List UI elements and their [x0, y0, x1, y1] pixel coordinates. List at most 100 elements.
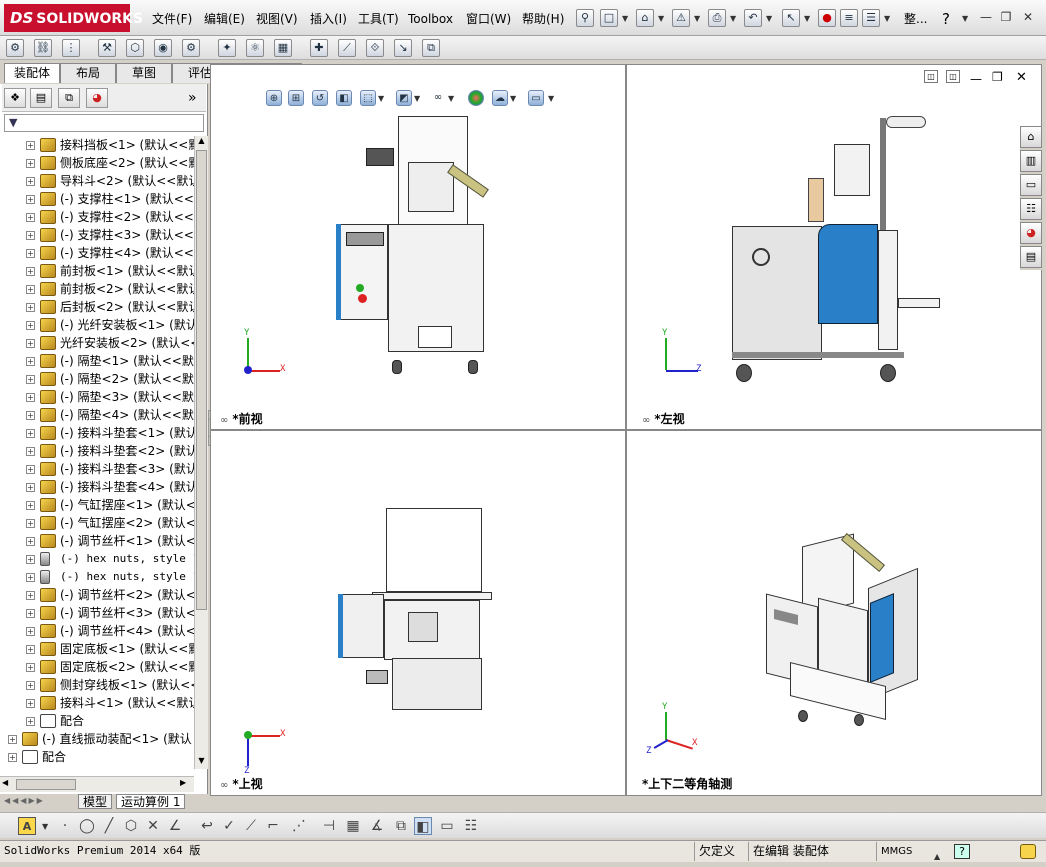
- rebuild-warning-icon[interactable]: ⚠: [672, 9, 690, 27]
- menu-item-2[interactable]: 视图(V): [256, 11, 298, 27]
- camera-icon[interactable]: ▭: [438, 817, 456, 835]
- point-icon[interactable]: ·: [56, 817, 74, 835]
- print-icon[interactable]: ⎙: [708, 9, 726, 27]
- hide-show-items-icon[interactable]: ∞: [430, 90, 446, 106]
- viewport-splitter-horizontal[interactable]: [211, 429, 1041, 431]
- custom-properties-icon[interactable]: ▤: [1020, 246, 1042, 268]
- expand-node-icon[interactable]: +: [26, 141, 35, 150]
- chevron-down-icon[interactable]: ▼: [804, 14, 810, 23]
- tree-item[interactable]: + (-) 支撑柱<2> (默认<<默: [0, 208, 194, 226]
- tree-item[interactable]: + (-) 接料斗垫套<3> (默认: [0, 460, 194, 478]
- pin-icon[interactable]: ⚲: [576, 9, 594, 27]
- tree-item[interactable]: + (-) 光纤安装板<1> (默认: [0, 316, 194, 334]
- tree-item[interactable]: + (-) 接料斗垫套<2> (默认: [0, 442, 194, 460]
- tree-item[interactable]: + (-) 接料斗垫套<1> (默认: [0, 424, 194, 442]
- chevron-down-icon[interactable]: ▼: [884, 14, 890, 23]
- menu-item-3[interactable]: 插入(I): [310, 11, 347, 27]
- expand-node-icon[interactable]: +: [26, 465, 35, 474]
- feature-tree-icon[interactable]: ❖: [4, 88, 26, 108]
- expand-node-icon[interactable]: +: [26, 501, 35, 510]
- open-file-icon[interactable]: ⌂: [636, 9, 654, 27]
- expand-node-icon[interactable]: +: [26, 699, 35, 708]
- tree-item[interactable]: + (-) 直线振动装配<1> (默认: [0, 730, 194, 748]
- units-selector[interactable]: MMGS: [876, 842, 916, 861]
- expand-node-icon[interactable]: +: [26, 537, 35, 546]
- expand-node-icon[interactable]: +: [26, 267, 35, 276]
- view-orientation-icon[interactable]: ⬚: [360, 90, 376, 106]
- section-view-icon[interactable]: ◧: [336, 90, 352, 106]
- measure-angle-icon[interactable]: ∡: [368, 817, 386, 835]
- chevron-down-icon[interactable]: ▼: [766, 14, 772, 23]
- tree-horizontal-scrollbar[interactable]: ◀ ▶: [0, 776, 194, 792]
- zoom-to-area-icon[interactable]: ⊞: [288, 90, 304, 106]
- instant3d-icon[interactable]: ↘: [394, 39, 412, 57]
- options-icon[interactable]: ☰: [862, 9, 880, 27]
- front-view-model[interactable]: [336, 112, 490, 388]
- tree-item[interactable]: + 接料挡板<1> (默认<<默认: [0, 136, 194, 154]
- display-style-icon[interactable]: ◩: [396, 90, 412, 106]
- tree-item[interactable]: + (-) 调节丝杆<4> (默认<: [0, 622, 194, 640]
- expand-node-icon[interactable]: +: [26, 357, 35, 366]
- bill-of-materials-icon[interactable]: ▦: [274, 39, 292, 57]
- solidworks-resources-icon[interactable]: ⌂: [1020, 126, 1042, 148]
- expand-node-icon[interactable]: +: [26, 429, 35, 438]
- edit-appearance-icon[interactable]: [468, 90, 484, 106]
- previous-view-icon[interactable]: ↺: [312, 90, 328, 106]
- menu-item-1[interactable]: 编辑(E): [204, 11, 245, 27]
- tree-item[interactable]: + 固定底板<1> (默认<<默认: [0, 640, 194, 658]
- traffic-light-icon[interactable]: ●: [818, 9, 836, 27]
- undo-icon[interactable]: ↶: [744, 9, 762, 27]
- expand-node-icon[interactable]: +: [26, 411, 35, 420]
- restore-view-icon[interactable]: ❐: [992, 70, 1003, 84]
- smart-fasteners-icon[interactable]: ⚒: [98, 39, 116, 57]
- left-view-model[interactable]: [730, 114, 950, 386]
- tree-vertical-scrollbar[interactable]: ▲ ▼: [194, 136, 208, 769]
- chevron-down-icon[interactable]: ▼: [378, 94, 384, 103]
- restore-icon[interactable]: ❐: [998, 10, 1014, 24]
- expand-node-icon[interactable]: +: [26, 609, 35, 618]
- top-view-model[interactable]: [336, 508, 496, 718]
- chevron-down-icon[interactable]: ▼: [694, 14, 700, 23]
- dotted-line-icon[interactable]: ⋰: [290, 817, 308, 835]
- expand-node-icon[interactable]: +: [26, 285, 35, 294]
- expand-node-icon[interactable]: +: [26, 213, 35, 222]
- tree-item[interactable]: + (-) 气缸摆座<2> (默认<: [0, 514, 194, 532]
- property-manager-icon[interactable]: ▤: [30, 88, 52, 108]
- tree-item[interactable]: + (-) 调节丝杆<3> (默认<: [0, 604, 194, 622]
- scrollbar-thumb[interactable]: [16, 779, 76, 790]
- tab-nav-arrows-icon[interactable]: ◀◀◀▶▶: [4, 796, 45, 805]
- help-icon[interactable]: ?: [942, 11, 950, 27]
- zoom-to-fit-icon[interactable]: ⊕: [266, 90, 282, 106]
- menu-item-5[interactable]: Toolbox: [408, 11, 453, 27]
- chevron-down-icon[interactable]: ▼: [622, 14, 628, 23]
- expand-node-icon[interactable]: +: [26, 393, 35, 402]
- tree-item-mates[interactable]: + 配合: [0, 712, 194, 730]
- tree-item[interactable]: + 光纤安装板<2> (默认<<默: [0, 334, 194, 352]
- chevron-down-icon[interactable]: ▼: [414, 94, 420, 103]
- exploded-view-icon[interactable]: ✚: [310, 39, 328, 57]
- table-icon[interactable]: ☷: [462, 817, 480, 835]
- configuration-manager-icon[interactable]: ⧉: [58, 88, 80, 108]
- fillet-icon[interactable]: ↩: [198, 817, 216, 835]
- tree-item[interactable]: + (-) 支撑柱<1> (默认<<默: [0, 190, 194, 208]
- polygon-icon[interactable]: ⬡: [122, 817, 140, 835]
- box-icon[interactable]: ⧉: [392, 817, 410, 835]
- menu-item-4[interactable]: 工具(T): [358, 11, 399, 27]
- menu-item-6[interactable]: 窗口(W): [466, 11, 511, 27]
- diagonal-icon[interactable]: ⟋: [242, 817, 260, 835]
- shaded-view-icon[interactable]: ◧: [414, 817, 432, 835]
- tree-item[interactable]: + (-) 支撑柱<4> (默认<<默: [0, 244, 194, 262]
- tree-item[interactable]: + (-) 隔垫<2> (默认<<默认: [0, 370, 194, 388]
- large-assembly-icon[interactable]: ⧉: [422, 39, 440, 57]
- explode-line-icon[interactable]: ⟋: [338, 39, 356, 57]
- solidworks-logo[interactable]: DS SOLIDWORKS: [4, 4, 143, 32]
- tree-item[interactable]: + (-) 隔垫<3> (默认<<默认: [0, 388, 194, 406]
- tree-item-mates[interactable]: + 配合: [0, 748, 194, 766]
- tree-item[interactable]: + 导料斗<2> (默认<<默认: [0, 172, 194, 190]
- scroll-right-icon[interactable]: ▶: [180, 778, 186, 787]
- chevron-down-icon[interactable]: ▼: [658, 14, 664, 23]
- tree-item[interactable]: + 侧封穿线板<1> (默认<<默: [0, 676, 194, 694]
- show-hidden-icon[interactable]: ◉: [154, 39, 172, 57]
- chevron-down-icon[interactable]: ▼: [962, 14, 968, 23]
- scroll-down-icon[interactable]: ▼: [196, 756, 207, 768]
